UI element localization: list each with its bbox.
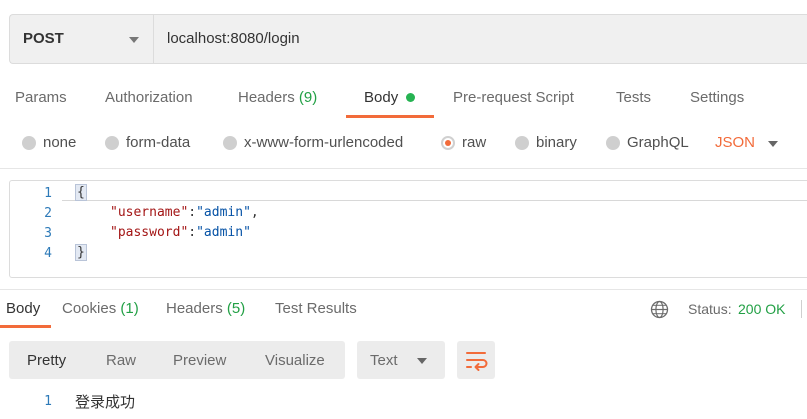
radio-binary-label[interactable]: binary [536,134,577,151]
response-tab-headers-count: (5) [226,300,246,317]
tab-headers[interactable]: Headers (9) [238,89,317,106]
chevron-down-icon [417,358,427,364]
tab-params[interactable]: Params [15,89,67,106]
response-tab-headers-label: Headers [166,300,223,317]
radio-form-data[interactable] [105,136,119,150]
chevron-down-icon[interactable] [768,141,778,147]
json-key: "username" [110,205,189,220]
tab-authorization[interactable]: Authorization [105,89,193,106]
radio-binary[interactable] [515,136,529,150]
response-tab-headers[interactable]: Headers (5) [166,300,245,317]
url-text: localhost:8080/login [167,30,300,47]
radio-graphql-label[interactable]: GraphQL [627,134,689,151]
response-format-label: Text [370,352,398,369]
line-number: 1 [44,186,52,201]
wrap-lines-icon [466,352,488,371]
divider [0,289,807,290]
active-tab-underline [0,325,51,328]
radio-urlencoded-label[interactable]: x-www-form-urlencoded [244,134,403,151]
json-key: "password" [110,225,189,240]
response-tab-cookies-label: Cookies [62,300,117,317]
open-brace: { [75,184,87,201]
code-line-1: { [75,184,87,201]
json-colon: : [188,225,197,240]
active-tab-underline [346,115,434,118]
tab-settings[interactable]: Settings [690,89,744,106]
response-tab-cookies[interactable]: Cookies (1) [62,300,139,317]
line-number: 3 [44,226,52,241]
close-brace: } [75,244,87,261]
method-label: POST [23,30,64,47]
pretty-button[interactable]: Pretty [27,352,66,369]
code-line-2: "username":"admin", [110,205,259,220]
line-number: 4 [44,246,52,261]
raw-button[interactable]: Raw [106,352,136,369]
tab-headers-label: Headers [238,89,295,106]
radio-form-data-label[interactable]: form-data [126,134,190,151]
radio-graphql[interactable] [606,136,620,150]
divider [801,300,802,318]
json-comma: , [250,205,259,220]
preview-button[interactable]: Preview [173,352,226,369]
tab-pre-request-script[interactable]: Pre-request Script [453,89,574,106]
radio-raw-label[interactable]: raw [462,134,486,151]
tab-body[interactable]: Body [364,89,398,106]
radio-none[interactable] [22,136,36,150]
response-tab-cookies-count: (1) [120,300,139,317]
json-colon: : [188,205,197,220]
url-input[interactable]: localhost:8080/login [153,14,807,64]
method-select[interactable]: POST [9,14,153,64]
code-line-4: } [75,244,87,261]
response-tab-body[interactable]: Body [6,300,40,317]
tab-headers-count: (9) [298,89,318,106]
status-value[interactable]: 200 OK [738,301,785,317]
line-number: 2 [44,206,52,221]
response-body-text: 登录成功 [75,393,136,411]
body-indicator-dot-icon [406,93,415,102]
code-line-3: "password":"admin" [110,225,251,240]
json-value: "admin" [196,205,251,220]
tab-tests[interactable]: Tests [616,89,651,106]
wrap-lines-button[interactable] [457,341,495,379]
chevron-down-icon [129,37,139,43]
globe-icon[interactable] [650,300,669,319]
active-line-indicator [62,200,807,201]
format-select[interactable]: JSON [715,134,755,151]
json-value: "admin" [196,225,251,240]
response-tab-test-results[interactable]: Test Results [275,300,357,317]
divider [0,168,807,169]
visualize-button[interactable]: Visualize [265,352,325,369]
line-number: 1 [44,394,52,409]
status-label: Status: [688,301,732,317]
radio-raw[interactable] [441,136,455,150]
radio-none-label[interactable]: none [43,134,76,151]
radio-urlencoded[interactable] [223,136,237,150]
